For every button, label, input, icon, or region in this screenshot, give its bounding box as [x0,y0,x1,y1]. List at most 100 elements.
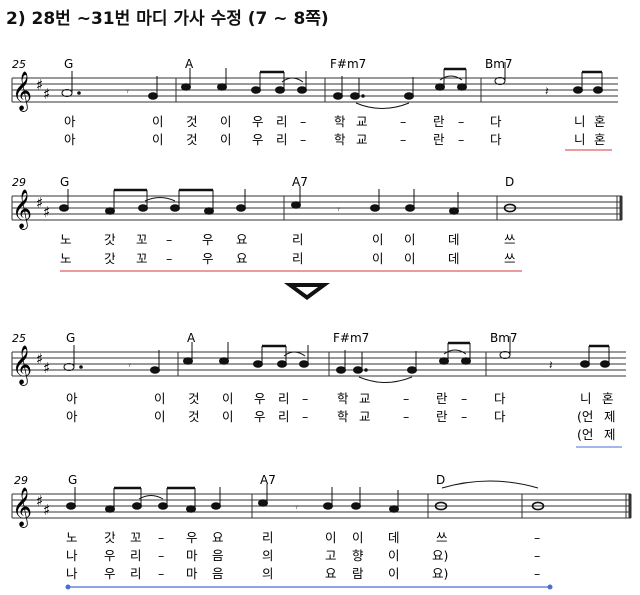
lyric-syllable: 이 [222,409,234,424]
chord-symbol: D [505,175,514,189]
chord-symbol: Bm7 [485,57,513,71]
lyric-syllable: (언 [577,427,593,442]
lyric-syllable: 우 [252,114,264,129]
lyric-syllable: 학 [334,114,346,129]
measure-number: 25 [12,58,26,71]
lyric-syllable: – [461,391,467,406]
lyric-syllable: – [300,114,306,129]
lyric-syllable: – [461,409,467,424]
lyric-syllable: 교 [359,391,371,406]
lyric-syllable: – [534,548,540,563]
lyric-syllable: 니 [574,132,586,147]
down-triangle-icon [284,283,330,300]
svg-text:𝄽: 𝄽 [545,84,549,98]
lyric-syllable: 데 [448,232,460,247]
treble-clef-icon: 𝄞 [12,487,32,528]
lyric-syllable: 데 [448,251,460,266]
lyric-syllable: 우 [202,251,214,266]
lyric-syllable: 이 [222,391,234,406]
lyric-syllable: 이 [152,114,164,129]
lyric-syllable: 란 [433,132,445,147]
lyric-syllable: – [300,132,306,147]
lyric-syllable: 이 [404,251,416,266]
lyric-syllable: 갓 [104,530,116,545]
lyric-syllable: 이 [154,391,166,406]
lyric-syllable: 교 [356,114,368,129]
lyric-syllable: 꼬 [136,232,148,247]
lyric-syllable: 리 [262,530,274,545]
lyric-syllable: 리 [278,409,290,424]
lyric-syllable: 쓰 [504,232,516,247]
lyric-syllable: – [534,530,540,545]
lyric-syllable: – [458,132,464,147]
lyric-syllable: 이 [220,114,232,129]
lyric-syllable: – [166,232,172,247]
lyric-syllable: 혼 [602,391,614,406]
lyric-syllable: 향 [352,548,364,563]
lyric-syllable: 갓 [104,232,116,247]
lyrics-verse-1: 아 이 것 이 우 리 – 학 교 – 란 – 다 니 혼 [66,391,614,406]
lyric-syllable: 의 [262,548,274,563]
chord-symbol: A7 [260,473,276,487]
measure-number: 25 [12,332,26,345]
lyrics-verse-2: 노 갓 꼬 – 우 요 리 이 이 데 쓰 [60,251,516,266]
chord-symbol: G [66,331,75,345]
lyric-syllable: 다 [494,409,506,424]
lyric-syllable: 나 [66,566,78,581]
lyrics-verse-3: (언 제 [577,427,616,442]
notes: 𝄾 [66,480,545,514]
lyric-syllable: 다 [490,132,502,147]
sharp-icon: ♯ [43,203,50,221]
lyric-syllable: 이 [404,232,416,247]
lyric-syllable: 노 [60,232,72,247]
lyric-syllable: 음 [212,548,224,563]
lyric-syllable: 아 [66,391,78,406]
lyric-syllable: 제 [604,427,616,442]
lyric-syllable: (언 [577,409,593,424]
lyric-syllable: 우 [186,530,198,545]
svg-text:𝄾: 𝄾 [295,501,298,514]
lyric-syllable: 제 [604,409,616,424]
lyric-syllable: 니 [574,114,586,129]
selection-underline [65,584,553,590]
sharp-icon: ♯ [43,359,50,377]
lyric-syllable: – [403,391,409,406]
lyric-syllable: 것 [186,114,198,129]
staff-system: 𝄞 ♯ ♯ 25 G A F#m7 Bm7 𝄾 𝄽 아 이 것 이 우 리 – … [11,331,626,448]
lyric-syllable: 란 [433,114,445,129]
chord-symbol: F#m7 [330,57,366,71]
lyric-syllable: 음 [212,566,224,581]
lyric-syllable: 교 [356,132,368,147]
lyric-syllable: 이 [352,530,364,545]
lyric-syllable: 갓 [104,251,116,266]
lyric-syllable: – [158,566,164,581]
lyric-syllable: – [400,114,406,129]
lyric-syllable: 노 [60,251,72,266]
lyric-syllable: – [458,114,464,129]
chord-symbol: D [436,473,445,487]
lyric-syllable: 것 [186,132,198,147]
lyric-syllable: 혼 [594,114,606,129]
lyric-syllable: 요 [236,251,248,266]
lyric-syllable: 요) [432,548,448,563]
lyric-syllable: – [166,251,172,266]
lyric-syllable: 아 [64,114,76,129]
lyric-syllable: 의 [262,566,274,581]
lyric-syllable: 것 [188,409,200,424]
lyric-syllable: 학 [334,132,346,147]
lyric-syllable: 고 [325,548,337,563]
lyrics-verse-2: 아 이 것 이 우 리 – 학 교 – 란 – 다 (언 제 [66,409,616,424]
lyrics-verse-1: 노 갓 꼬 – 우 요 리 이 이 데 쓰 [60,232,516,247]
lyric-syllable: – [534,566,540,581]
lyric-syllable: – [403,409,409,424]
lyric-syllable: 꼬 [136,251,148,266]
lyric-syllable: 혼 [594,132,606,147]
treble-clef-icon: 𝄞 [12,71,32,112]
svg-text:𝄽: 𝄽 [549,358,553,372]
staff-system: 𝄞 ♯ ♯ 25 G A F#m7 Bm7 𝄾 𝄽 아 이 것 이 우 리 – … [11,57,618,151]
lyric-syllable: 리 [130,566,142,581]
chord-symbol: Bm7 [490,331,518,345]
sharp-icon: ♯ [43,85,50,103]
lyric-syllable: – [158,548,164,563]
sheet-music: 𝄞 ♯ ♯ 25 G A F#m7 Bm7 𝄾 𝄽 아 이 것 이 우 리 – … [11,57,632,590]
